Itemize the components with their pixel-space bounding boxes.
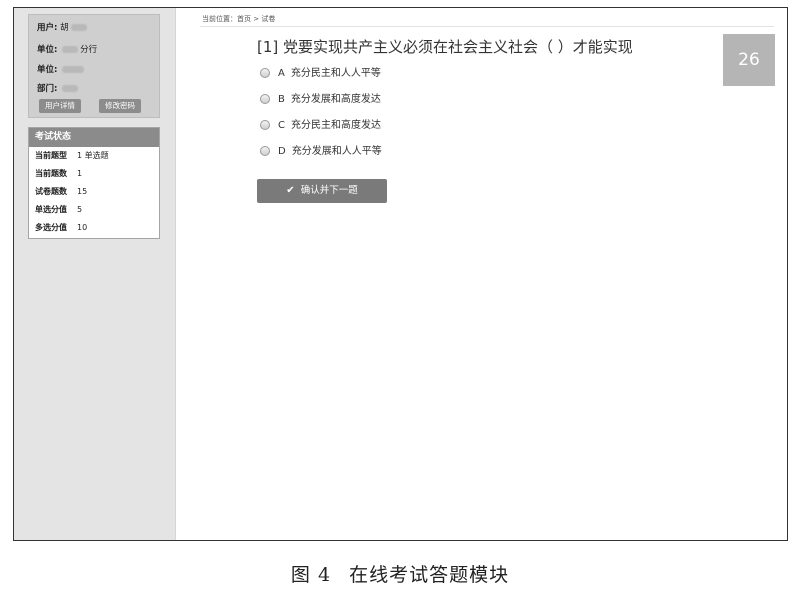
status-value: 1: [77, 169, 83, 178]
option-letter: A: [278, 68, 285, 79]
dept-row: 部门:: [37, 82, 80, 94]
option-letter: C: [278, 120, 285, 131]
option-text: 充分民主和人人平等: [290, 68, 381, 79]
status-value: 15: [77, 187, 88, 196]
redacted-mark: [62, 85, 79, 92]
user-value: 胡: [60, 23, 69, 33]
option-d[interactable]: D 充分发展和人人平等: [260, 145, 382, 159]
user-detail-button[interactable]: 用户详情: [39, 99, 81, 113]
option-b[interactable]: B 充分发展和高度发达: [260, 93, 381, 107]
exam-status-header: 考试状态: [29, 128, 159, 147]
status-row: 单选分值 5: [29, 201, 159, 219]
radio-button[interactable]: [260, 94, 270, 104]
option-text: 充分民主和高度发达: [290, 120, 381, 131]
status-value: 5: [77, 205, 83, 214]
figure-number: 图 4: [290, 564, 332, 586]
option-c[interactable]: C 充分民主和高度发达: [260, 119, 381, 133]
status-value: 1 单选题: [77, 151, 109, 160]
user-row: 用户: 胡: [37, 21, 89, 33]
option-text: 充分发展和人人平等: [291, 146, 382, 157]
status-key: 当前题型: [35, 151, 67, 160]
divider: [200, 26, 774, 27]
figure-caption: 图 4 在线考试答题模块: [0, 560, 800, 587]
status-row: 当前题型 1 单选题: [29, 147, 159, 165]
radio-button[interactable]: [260, 146, 270, 156]
redacted-mark: [62, 46, 79, 53]
status-key: 试卷题数: [35, 187, 67, 196]
check-icon: ✔: [286, 185, 295, 196]
unit-row: 单位: 分行: [37, 43, 97, 55]
option-letter: D: [278, 146, 286, 157]
sidebar: 用户: 胡 单位: 分行 单位: 部门: 用户详情 修改密码 考试状态 当前题型…: [14, 8, 176, 540]
radio-button[interactable]: [260, 68, 270, 78]
dept-label: 部门:: [37, 84, 58, 94]
redacted-mark: [70, 24, 87, 31]
option-text: 充分发展和高度发达: [290, 94, 381, 105]
screenshot-frame: 用户: 胡 单位: 分行 单位: 部门: 用户详情 修改密码 考试状态 当前题型…: [13, 7, 788, 541]
status-row: 当前题数 1: [29, 165, 159, 183]
unit-value: 分行: [80, 45, 98, 55]
confirm-next-button[interactable]: ✔ 确认并下一题: [257, 179, 387, 203]
status-row: 试卷题数 15: [29, 183, 159, 201]
exam-status-panel: 考试状态 当前题型 1 单选题 当前题数 1 试卷题数 15 单选分值 5 多选分值 10: [28, 127, 160, 239]
figure-title: 在线考试答题模块: [349, 564, 510, 586]
question-counter: 26: [723, 34, 775, 86]
option-letter: B: [278, 94, 285, 105]
redacted-mark: [62, 66, 85, 73]
status-value: 10: [77, 223, 88, 232]
question-title: [1] 党要实现共产主义必须在社会主义社会（ ）才能实现: [257, 38, 633, 56]
status-key: 当前题数: [35, 169, 67, 178]
unit2-label: 单位:: [37, 65, 58, 75]
option-a[interactable]: A 充分民主和人人平等: [260, 67, 381, 81]
status-key: 单选分值: [35, 205, 67, 214]
status-row: 多选分值 10: [29, 219, 159, 237]
radio-button[interactable]: [260, 120, 270, 130]
unit2-row: 单位:: [37, 63, 86, 75]
breadcrumb: 当前位置：首页 > 试卷: [202, 15, 276, 23]
change-password-button[interactable]: 修改密码: [99, 99, 141, 113]
user-info-box: 用户: 胡 单位: 分行 单位: 部门: 用户详情 修改密码: [28, 14, 160, 118]
confirm-next-label: 确认并下一题: [300, 185, 358, 196]
status-key: 多选分值: [35, 223, 67, 232]
user-label: 用户:: [37, 23, 58, 33]
unit-label: 单位:: [37, 45, 58, 55]
